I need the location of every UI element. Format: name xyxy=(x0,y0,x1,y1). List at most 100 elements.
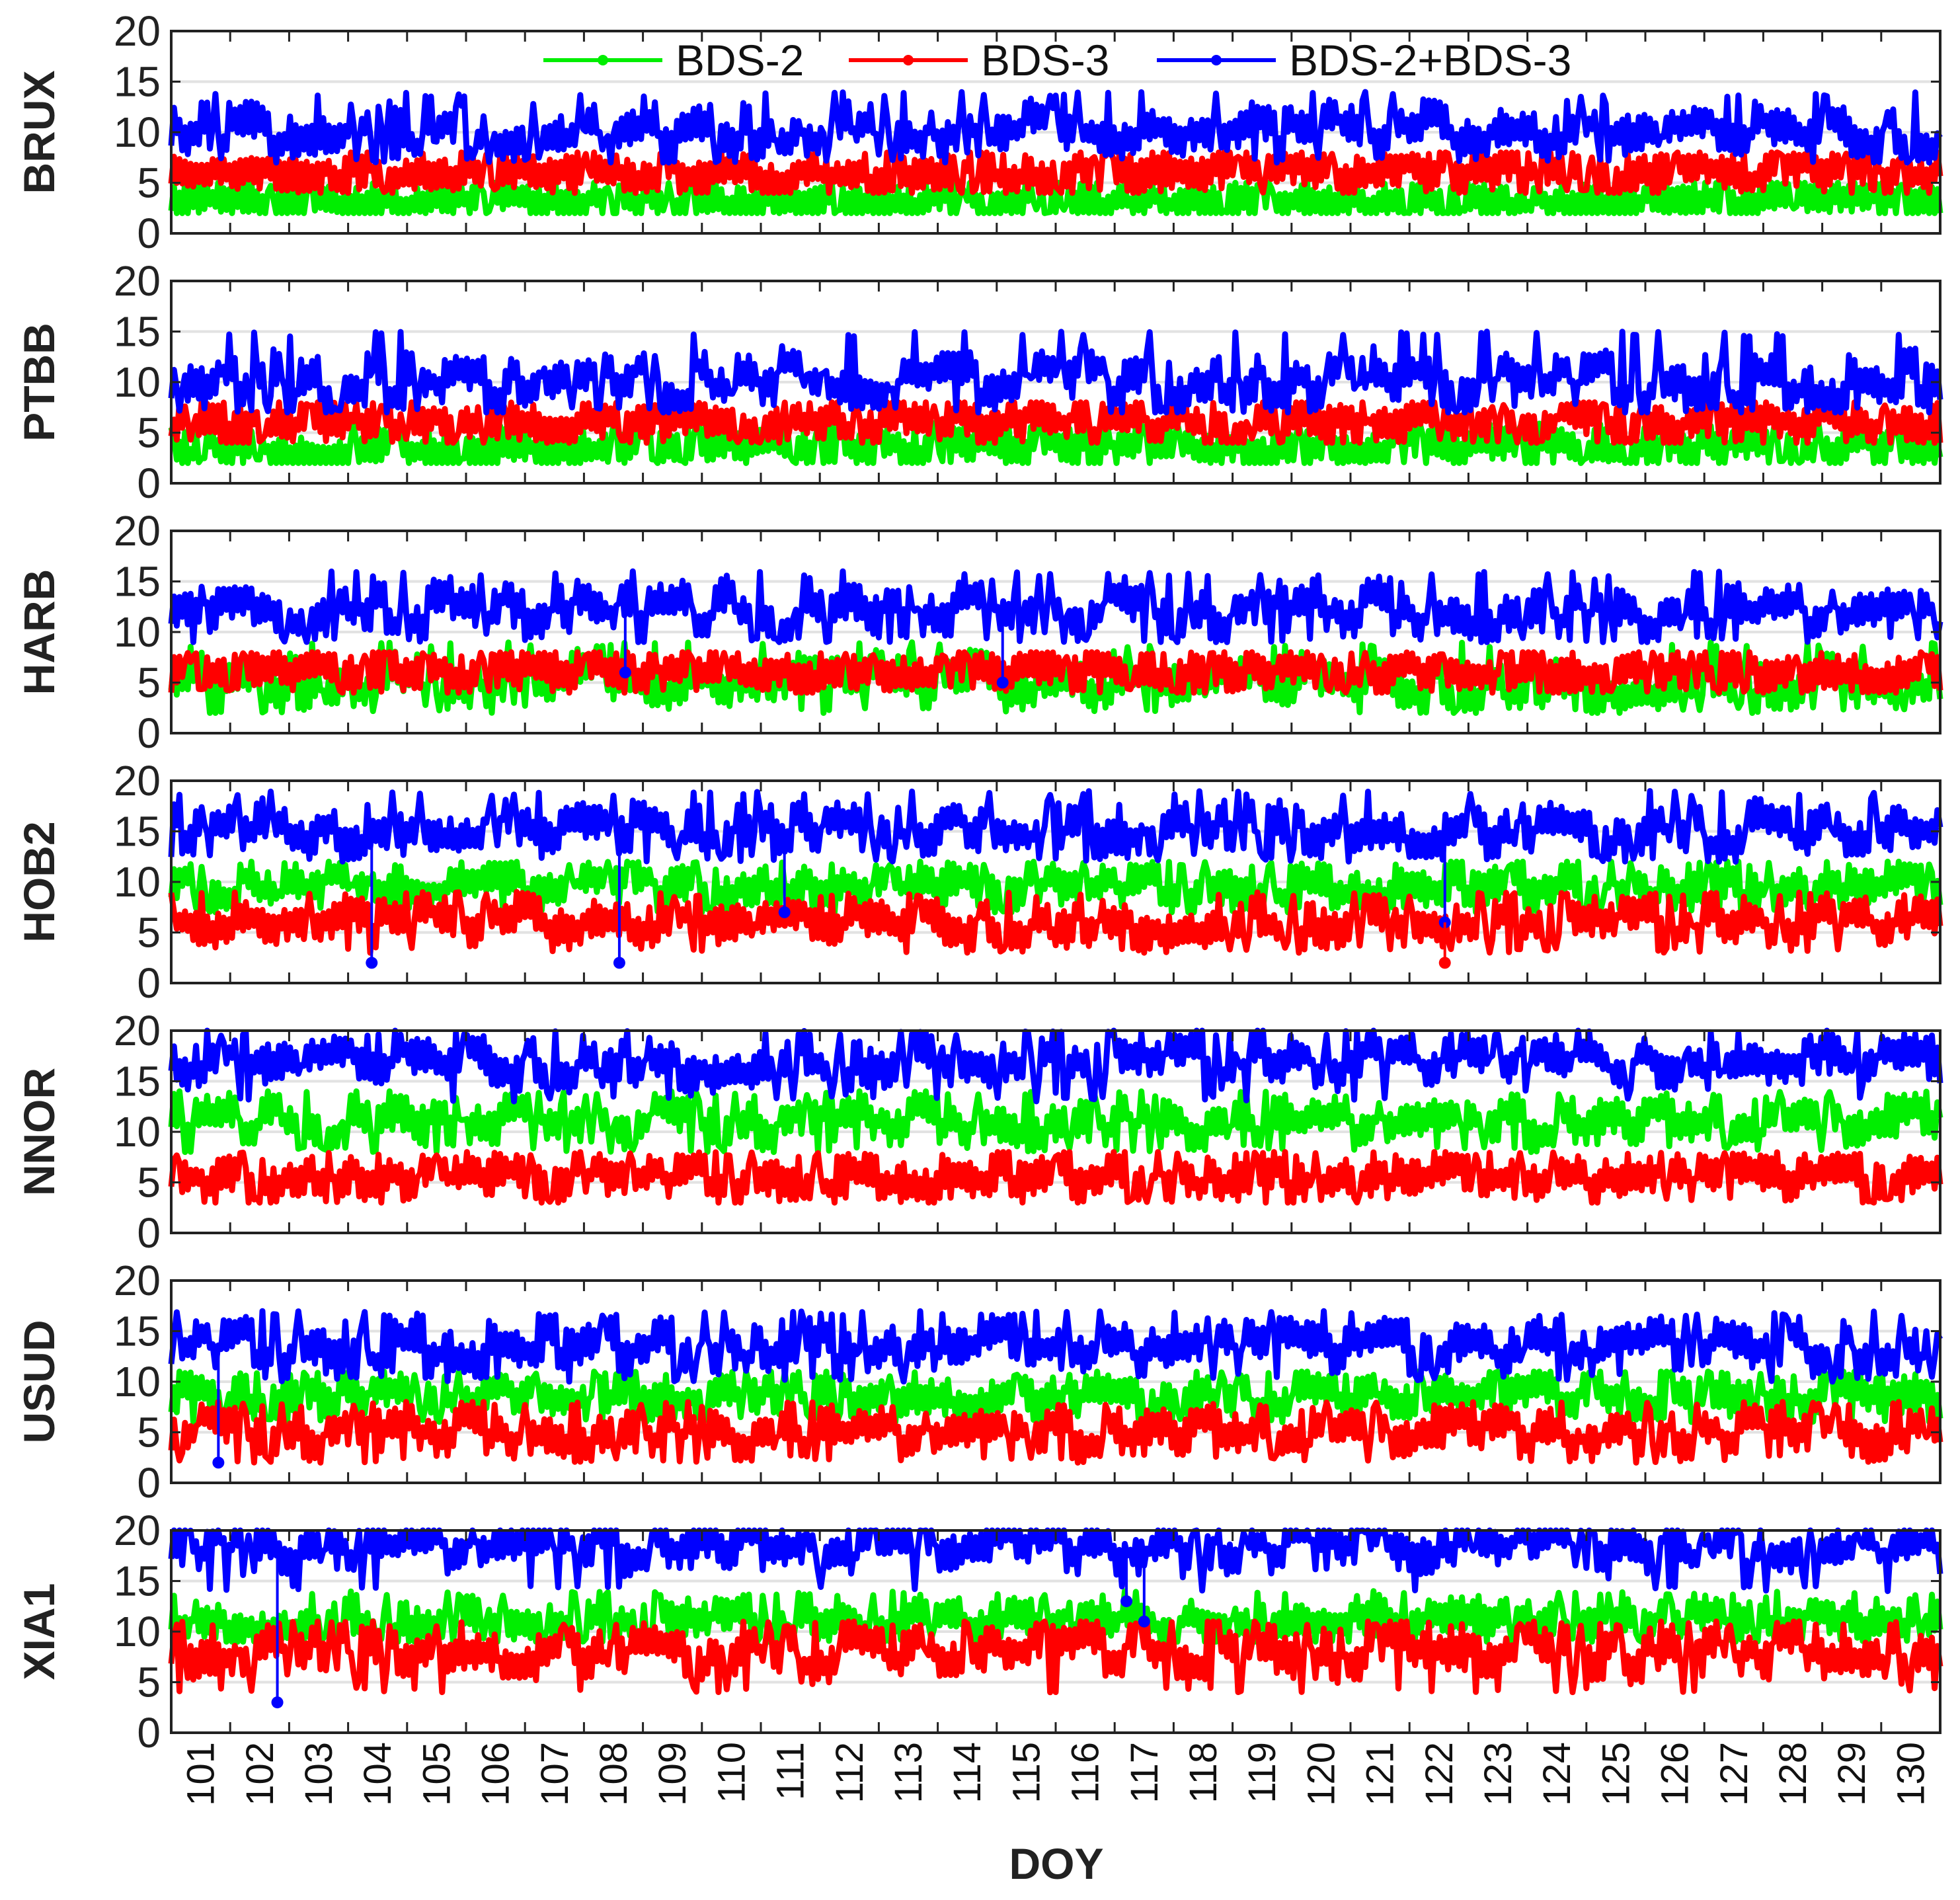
y-tick-label: 5 xyxy=(137,1659,161,1706)
x-tick-label: 108 xyxy=(592,1742,635,1806)
x-tick-label: 118 xyxy=(1182,1742,1225,1803)
y-tick-label: 20 xyxy=(114,1257,161,1304)
series-line-bds-3 xyxy=(168,149,1943,196)
series-line-bds-2-plus-bds-3 xyxy=(168,788,1943,865)
y-tick-label: 0 xyxy=(137,459,161,507)
outlier-point xyxy=(613,957,625,969)
x-tick-label: 123 xyxy=(1477,1742,1520,1806)
panel-hob2: 05101520 HOB2 xyxy=(15,757,1943,1007)
y-tick-label: 0 xyxy=(137,210,161,257)
outlier-point xyxy=(996,676,1009,689)
y-tick-label: 10 xyxy=(114,858,161,906)
outlier-point xyxy=(212,1456,225,1469)
y-tick-label: 15 xyxy=(114,558,161,606)
x-tick-label: 115 xyxy=(1005,1742,1048,1803)
x-tick-label: 110 xyxy=(710,1742,753,1803)
panel-usud: 05101520 USUD xyxy=(15,1257,1943,1507)
x-tick-label: 114 xyxy=(946,1742,989,1803)
series-line-bds-2 xyxy=(168,1088,1943,1156)
panel-brux: 05101520 BRUX xyxy=(15,7,1943,257)
x-tick-label: 128 xyxy=(1772,1742,1815,1806)
y-tick-label: 10 xyxy=(114,608,161,656)
legend-label: BDS-2 xyxy=(676,36,804,85)
y-tick-label: 20 xyxy=(114,7,161,55)
y-tick-label: 15 xyxy=(114,1308,161,1355)
x-tick-label: 113 xyxy=(887,1742,930,1803)
outlier-point xyxy=(778,906,791,918)
legend-marker xyxy=(1211,55,1222,65)
x-axis-label: DOY xyxy=(1009,1839,1103,1888)
station-label: HOB2 xyxy=(15,821,63,942)
y-tick-label: 5 xyxy=(137,409,161,457)
panel-ptbb: 05101520 PTBB xyxy=(15,257,1943,507)
legend-item: BDS-2 xyxy=(543,36,804,85)
legend-item: BDS-3 xyxy=(849,36,1109,85)
series-line-bds-2-plus-bds-3 xyxy=(168,1027,1943,1105)
legend-label: BDS-3 xyxy=(981,36,1109,85)
legend-item: BDS-2+BDS-3 xyxy=(1157,36,1571,85)
y-tick-label: 15 xyxy=(114,808,161,855)
x-tick-label: 117 xyxy=(1123,1742,1166,1803)
outlier-point xyxy=(619,666,631,679)
y-tick-label: 20 xyxy=(114,1507,161,1554)
x-tick-label: 126 xyxy=(1654,1742,1697,1806)
series-line-bds-2-plus-bds-3 xyxy=(168,1308,1943,1385)
y-tick-label: 10 xyxy=(114,108,161,156)
station-label: PTBB xyxy=(15,323,63,442)
legend-label: BDS-2+BDS-3 xyxy=(1289,36,1571,85)
y-tick-label: 15 xyxy=(114,1058,161,1105)
x-tick-label: 111 xyxy=(769,1742,812,1800)
y-tick-label: 5 xyxy=(137,159,161,207)
panel-nnor: 05101520 NNOR xyxy=(15,1007,1943,1257)
y-tick-label: 20 xyxy=(114,1007,161,1054)
station-label: NNOR xyxy=(15,1068,63,1196)
x-tick-label: 103 xyxy=(297,1742,340,1806)
legend-marker xyxy=(903,55,914,65)
y-tick-label: 0 xyxy=(137,1709,161,1757)
y-tick-label: 10 xyxy=(114,358,161,406)
x-tick-label: 124 xyxy=(1536,1742,1579,1806)
y-tick-label: 15 xyxy=(114,58,161,106)
y-tick-label: 10 xyxy=(114,1358,161,1405)
outlier-point xyxy=(271,1696,284,1709)
x-tick-label: 120 xyxy=(1300,1742,1343,1806)
x-tick-label: 107 xyxy=(533,1742,576,1806)
y-tick-label: 0 xyxy=(137,959,161,1007)
outlier-point xyxy=(1120,1595,1133,1608)
y-tick-label: 15 xyxy=(114,308,161,356)
x-tick-label: 122 xyxy=(1418,1742,1461,1806)
y-tick-label: 15 xyxy=(114,1558,161,1605)
y-tick-label: 0 xyxy=(137,1459,161,1507)
x-tick-label: 112 xyxy=(828,1742,871,1803)
y-tick-label: 5 xyxy=(137,909,161,957)
station-label: XIA1 xyxy=(15,1583,63,1681)
x-tick-label: 102 xyxy=(239,1742,282,1806)
y-tick-label: 10 xyxy=(114,1108,161,1156)
x-tick-label: 130 xyxy=(1889,1742,1932,1806)
series-line-bds-2-plus-bds-3 xyxy=(168,329,1943,416)
y-tick-label: 5 xyxy=(137,1409,161,1456)
outlier-point xyxy=(1438,957,1451,969)
x-tick-label: 104 xyxy=(356,1742,399,1806)
y-tick-label: 20 xyxy=(114,757,161,805)
y-tick-label: 0 xyxy=(137,1209,161,1257)
legend: BDS-2 BDS-3 BDS-2+BDS-3 xyxy=(543,36,1571,85)
panel-xia1: 05101520 XIA1 xyxy=(15,1507,1943,1757)
satellite-count-chart: 05101520BRUX05101520PTBB05101520HARB0510… xyxy=(15,7,1943,1888)
x-tick-label: 101 xyxy=(180,1742,223,1806)
legend-marker xyxy=(598,55,608,65)
y-tick-label: 10 xyxy=(114,1608,161,1655)
station-label: HARB xyxy=(15,569,63,695)
outlier-point xyxy=(366,957,378,969)
x-tick-label: 119 xyxy=(1241,1742,1284,1803)
station-label: USUD xyxy=(15,1320,63,1443)
x-tick-label: 105 xyxy=(415,1742,458,1806)
station-label: BRUX xyxy=(15,70,63,194)
y-tick-label: 20 xyxy=(114,257,161,305)
y-tick-label: 5 xyxy=(137,659,161,707)
y-tick-label: 20 xyxy=(114,507,161,555)
series-line-bds-3 xyxy=(168,1149,1943,1206)
x-tick-label: 127 xyxy=(1713,1742,1756,1806)
y-tick-label: 0 xyxy=(137,709,161,757)
x-tick-label: 109 xyxy=(651,1742,694,1806)
